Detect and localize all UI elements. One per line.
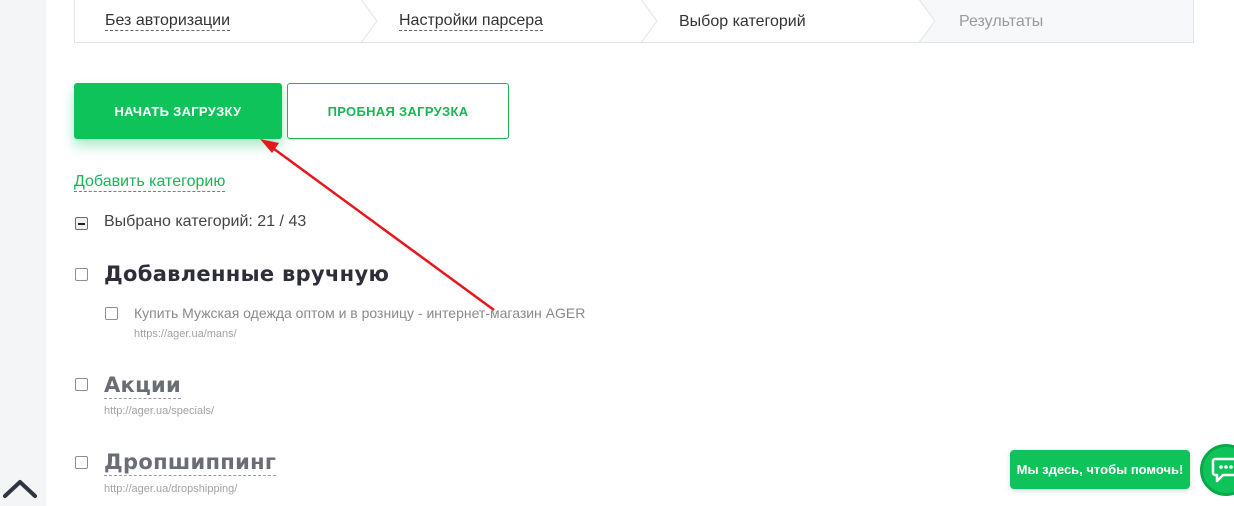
- chevron-up-icon: [3, 480, 37, 498]
- category-checkbox-dropshipping[interactable]: [75, 456, 88, 469]
- wizard-stepper: Без авторизации Настройки парсера Выбор …: [74, 0, 1194, 43]
- category-title-manual: Добавленные вручную: [104, 262, 390, 286]
- trial-download-button[interactable]: ПРОБНАЯ ЗАГРУЗКА: [287, 83, 509, 139]
- add-category-link[interactable]: Добавить категорию: [74, 172, 226, 192]
- step-label: Без авторизации: [105, 12, 231, 31]
- chat-bubble-icon: [1211, 457, 1234, 483]
- chat-launcher[interactable]: [1200, 444, 1234, 496]
- category-url-specials: http://ager.ua/specials/: [104, 405, 215, 417]
- step-label: Настройки парсера: [399, 12, 544, 31]
- category-title-dropshipping[interactable]: Дропшиппинг: [104, 449, 277, 476]
- subcategory-checkbox-mans[interactable]: [105, 307, 118, 320]
- step-separator: [917, 0, 936, 42]
- start-download-button[interactable]: НАЧАТЬ ЗАГРУЗКУ: [74, 83, 282, 139]
- category-checkbox-specials[interactable]: [75, 378, 88, 391]
- category-url-dropshipping: http://ager.ua/dropshipping/: [104, 483, 238, 495]
- left-sidebar-strip: [0, 0, 46, 506]
- category-title-specials[interactable]: Акции: [104, 372, 181, 399]
- help-chat-button[interactable]: Мы здесь, чтобы помочь!: [1010, 450, 1190, 489]
- step-separator: [640, 0, 658, 42]
- annotation-arrow: [260, 139, 495, 312]
- select-all-checkbox[interactable]: [75, 217, 88, 230]
- category-checkbox-manual[interactable]: [75, 268, 88, 281]
- step-results: Результаты: [959, 0, 1043, 42]
- step-separator: [360, 0, 378, 42]
- subcategory-title-mans: Купить Мужская одежда оптом и в розницу …: [134, 305, 586, 321]
- step-parser-settings[interactable]: Настройки парсера: [399, 0, 544, 42]
- step-label: Результаты: [959, 12, 1044, 30]
- selected-categories-count: Выбрано категорий: 21 / 43: [104, 213, 307, 230]
- step-no-auth[interactable]: Без авторизации: [105, 0, 231, 42]
- scroll-to-top-button[interactable]: [0, 470, 40, 506]
- step-category-selection: Выбор категорий: [679, 0, 806, 42]
- step-label: Выбор категорий: [679, 12, 806, 30]
- subcategory-url-mans: https://ager.ua/mans/: [134, 328, 237, 340]
